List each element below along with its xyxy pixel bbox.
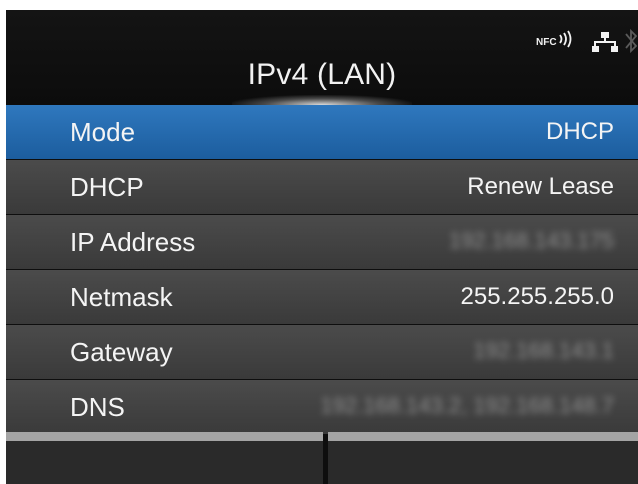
menu-row-ip-address[interactable]: IP Address 192.168.143.175 — [6, 215, 638, 269]
menu-row-dhcp[interactable]: DHCP Renew Lease — [6, 160, 638, 214]
page-title: IPv4 (LAN) — [247, 58, 397, 91]
menu-row-label: IP Address — [70, 227, 196, 257]
left-softkey[interactable] — [6, 432, 323, 484]
device-screen: NFC IPv4 (LAN) Mode DHCP DHCP Renew Leas… — [6, 10, 638, 484]
menu-row-mode[interactable]: Mode DHCP — [6, 105, 638, 159]
menu-row-dns[interactable]: DNS 192.168.143.2, 192.168.148.7 — [6, 380, 638, 434]
nfc-icon — [559, 30, 572, 48]
menu-row-netmask[interactable]: Netmask 255.255.255.0 — [6, 270, 638, 324]
header: NFC IPv4 (LAN) — [6, 10, 638, 105]
menu-row-label: Gateway — [70, 337, 173, 367]
menu-row-label: DNS — [70, 392, 125, 422]
menu-row-gateway[interactable]: Gateway 192.168.143.1 — [6, 325, 638, 379]
menu-row-value-obscured: 192.168.143.2, 192.168.148.7 — [320, 393, 614, 418]
menu-row-value-obscured: 192.168.143.175 — [448, 228, 614, 253]
softkey-bar — [6, 432, 638, 484]
menu-row-value: DHCP — [545, 118, 614, 145]
nfc-icon-label: NFC — [536, 37, 557, 48]
menu-row-label: Netmask — [70, 282, 173, 312]
menu-row-label: Mode — [70, 117, 136, 147]
title-underline — [232, 95, 412, 105]
menu-row-value-obscured: 192.168.143.1 — [473, 338, 614, 363]
menu-row-value: Renew Lease — [467, 173, 614, 200]
lan-icon — [592, 32, 618, 52]
right-softkey[interactable] — [328, 432, 638, 484]
menu-row-label: DHCP — [70, 172, 144, 202]
menu-row-value: 255.255.255.0 — [460, 283, 614, 310]
settings-menu: Mode DHCP DHCP Renew Lease IP Address 19… — [6, 105, 638, 435]
bluetooth-icon — [625, 28, 638, 54]
softkey-indicator — [328, 432, 638, 441]
softkey-indicator — [6, 432, 323, 441]
